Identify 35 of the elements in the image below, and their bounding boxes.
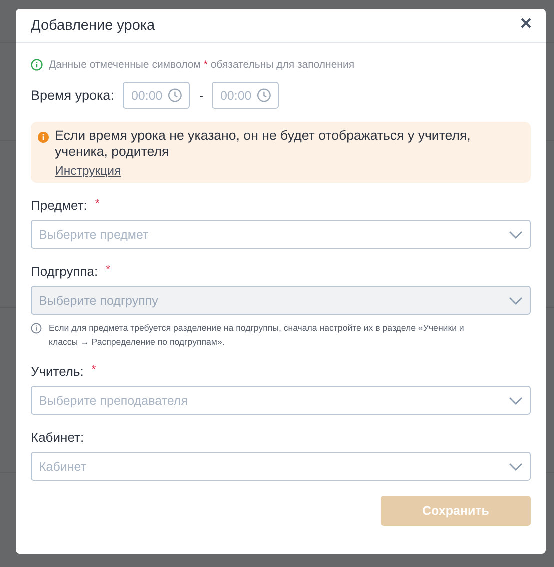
select-placeholder: Выберите предмет [39,228,150,242]
chevron-down-icon [509,396,523,404]
required-mark: * [92,364,96,378]
chevron-down-icon [509,230,523,238]
hint-text: Если для предмета требуется разделение на подгруппы, сначала настройте их в разделе «Ученики и классы → Распределение по подгруппам». [49,322,466,349]
chevron-down-icon [509,296,523,304]
field-label: Кабинет: [31,430,84,445]
select-field[interactable]: Выберите предмет [31,220,531,249]
time-placeholder: 00:00 [131,88,164,102]
field-label: Подгруппа: [31,264,98,279]
select-field[interactable]: Кабинет [31,452,531,481]
start-time-field[interactable]: 00:00 [123,82,190,109]
time-label: Время урока: [31,88,114,103]
clock-icon [257,88,272,103]
select-field[interactable]: Выберите преподавателя [31,386,531,415]
select-placeholder: Выберите подгруппу [39,294,160,308]
chevron-down-icon [509,462,523,470]
close-button[interactable]: × [520,14,532,34]
instruction-link[interactable]: Инструкция [55,164,122,178]
warning-text: Если время урока не указано, он не будет отображаться у учителя, ученика, родителя [55,128,472,160]
info-icon [31,323,42,334]
warning-icon [38,132,49,143]
field-label: Учитель: [31,364,84,379]
select-placeholder: Кабинет [39,460,88,474]
field-label: Предмет: [31,198,88,213]
select-placeholder: Выберите преподавателя [39,394,189,408]
time-separator: - [199,88,204,102]
required-mark: * [95,198,100,212]
required-note: Данные отмеченные символом * обязательны для заполнения [49,59,355,71]
clock-icon [168,88,182,103]
required-mark: * [106,264,110,278]
dialog-title: Добавление урока [31,18,156,34]
end-time-field[interactable]: 00:00 [212,82,280,109]
info-icon [31,59,43,71]
time-placeholder: 00:00 [220,88,253,102]
